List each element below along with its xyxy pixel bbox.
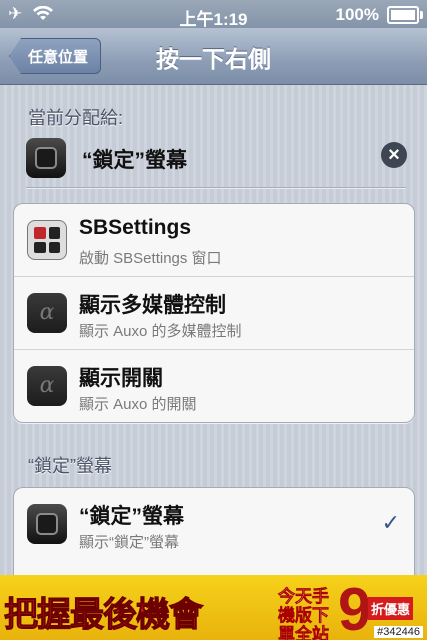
lock-group: “鎖定”螢幕 顯示“鎖定”螢幕 ✓ [13,487,415,589]
battery-percent: 100% [335,5,379,24]
page-title: 按一下右側 [156,46,271,72]
ad-number: 9 [338,576,372,640]
divider [26,187,406,188]
action-title: SBSettings [79,216,192,239]
status-bar: ✈ 上午1:19 100% [0,0,427,29]
action-row-sbsettings[interactable]: SBSettings 啟動 SBSettings 窗口 [14,204,414,277]
auxo-icon: α [27,293,67,333]
action-subtitle: 顯示 Auxo 的開關 [79,396,197,413]
current-assignment-value: “鎖定”螢幕 [82,149,187,172]
actions-group: SBSettings 啟動 SBSettings 窗口 α 顯示多媒體控制 顯示… [13,203,415,423]
ad-headline: 把握最後機會 [4,596,204,635]
remove-icon[interactable]: × [381,142,407,168]
ad-subtext: 今天手機版下單全站 [278,587,330,640]
battery-icon [387,6,423,24]
lock-subtitle: 顯示“鎖定”螢幕 [79,534,179,551]
lock-screen-icon [27,504,67,544]
lock-screen-icon [26,138,66,178]
action-subtitle: 啟動 SBSettings 窗口 [79,250,222,267]
ad-discount-tag: 折優惠 [368,597,414,620]
ad-banner[interactable]: 把握最後機會 今天手機版下單全站 9 折優惠 #342446 [0,575,427,640]
action-title: 顯示開關 [79,367,163,390]
ad-id: #342446 [374,626,423,638]
action-subtitle: 顯示 Auxo 的多媒體控制 [79,323,242,340]
action-row-switches[interactable]: α 顯示開關 顯示 Auxo 的開關 [14,350,414,422]
lock-title: “鎖定”螢幕 [79,505,184,528]
checkmark-icon: ✓ [381,510,400,535]
sbsettings-icon [27,220,67,260]
navigation-bar: 任意位置 按一下右側 [0,28,427,85]
status-right: 100% [335,5,423,25]
action-row-media-controls[interactable]: α 顯示多媒體控制 顯示 Auxo 的多媒體控制 [14,277,414,350]
current-assignment-label: 當前分配給: [28,108,124,128]
current-assignment-row: “鎖定”螢幕 × [26,138,410,178]
lock-screen-row[interactable]: “鎖定”螢幕 顯示“鎖定”螢幕 ✓ [14,488,414,560]
auxo-icon: α [27,366,67,406]
action-title: 顯示多媒體控制 [79,294,226,317]
lock-section-label: “鎖定”螢幕 [28,456,112,476]
